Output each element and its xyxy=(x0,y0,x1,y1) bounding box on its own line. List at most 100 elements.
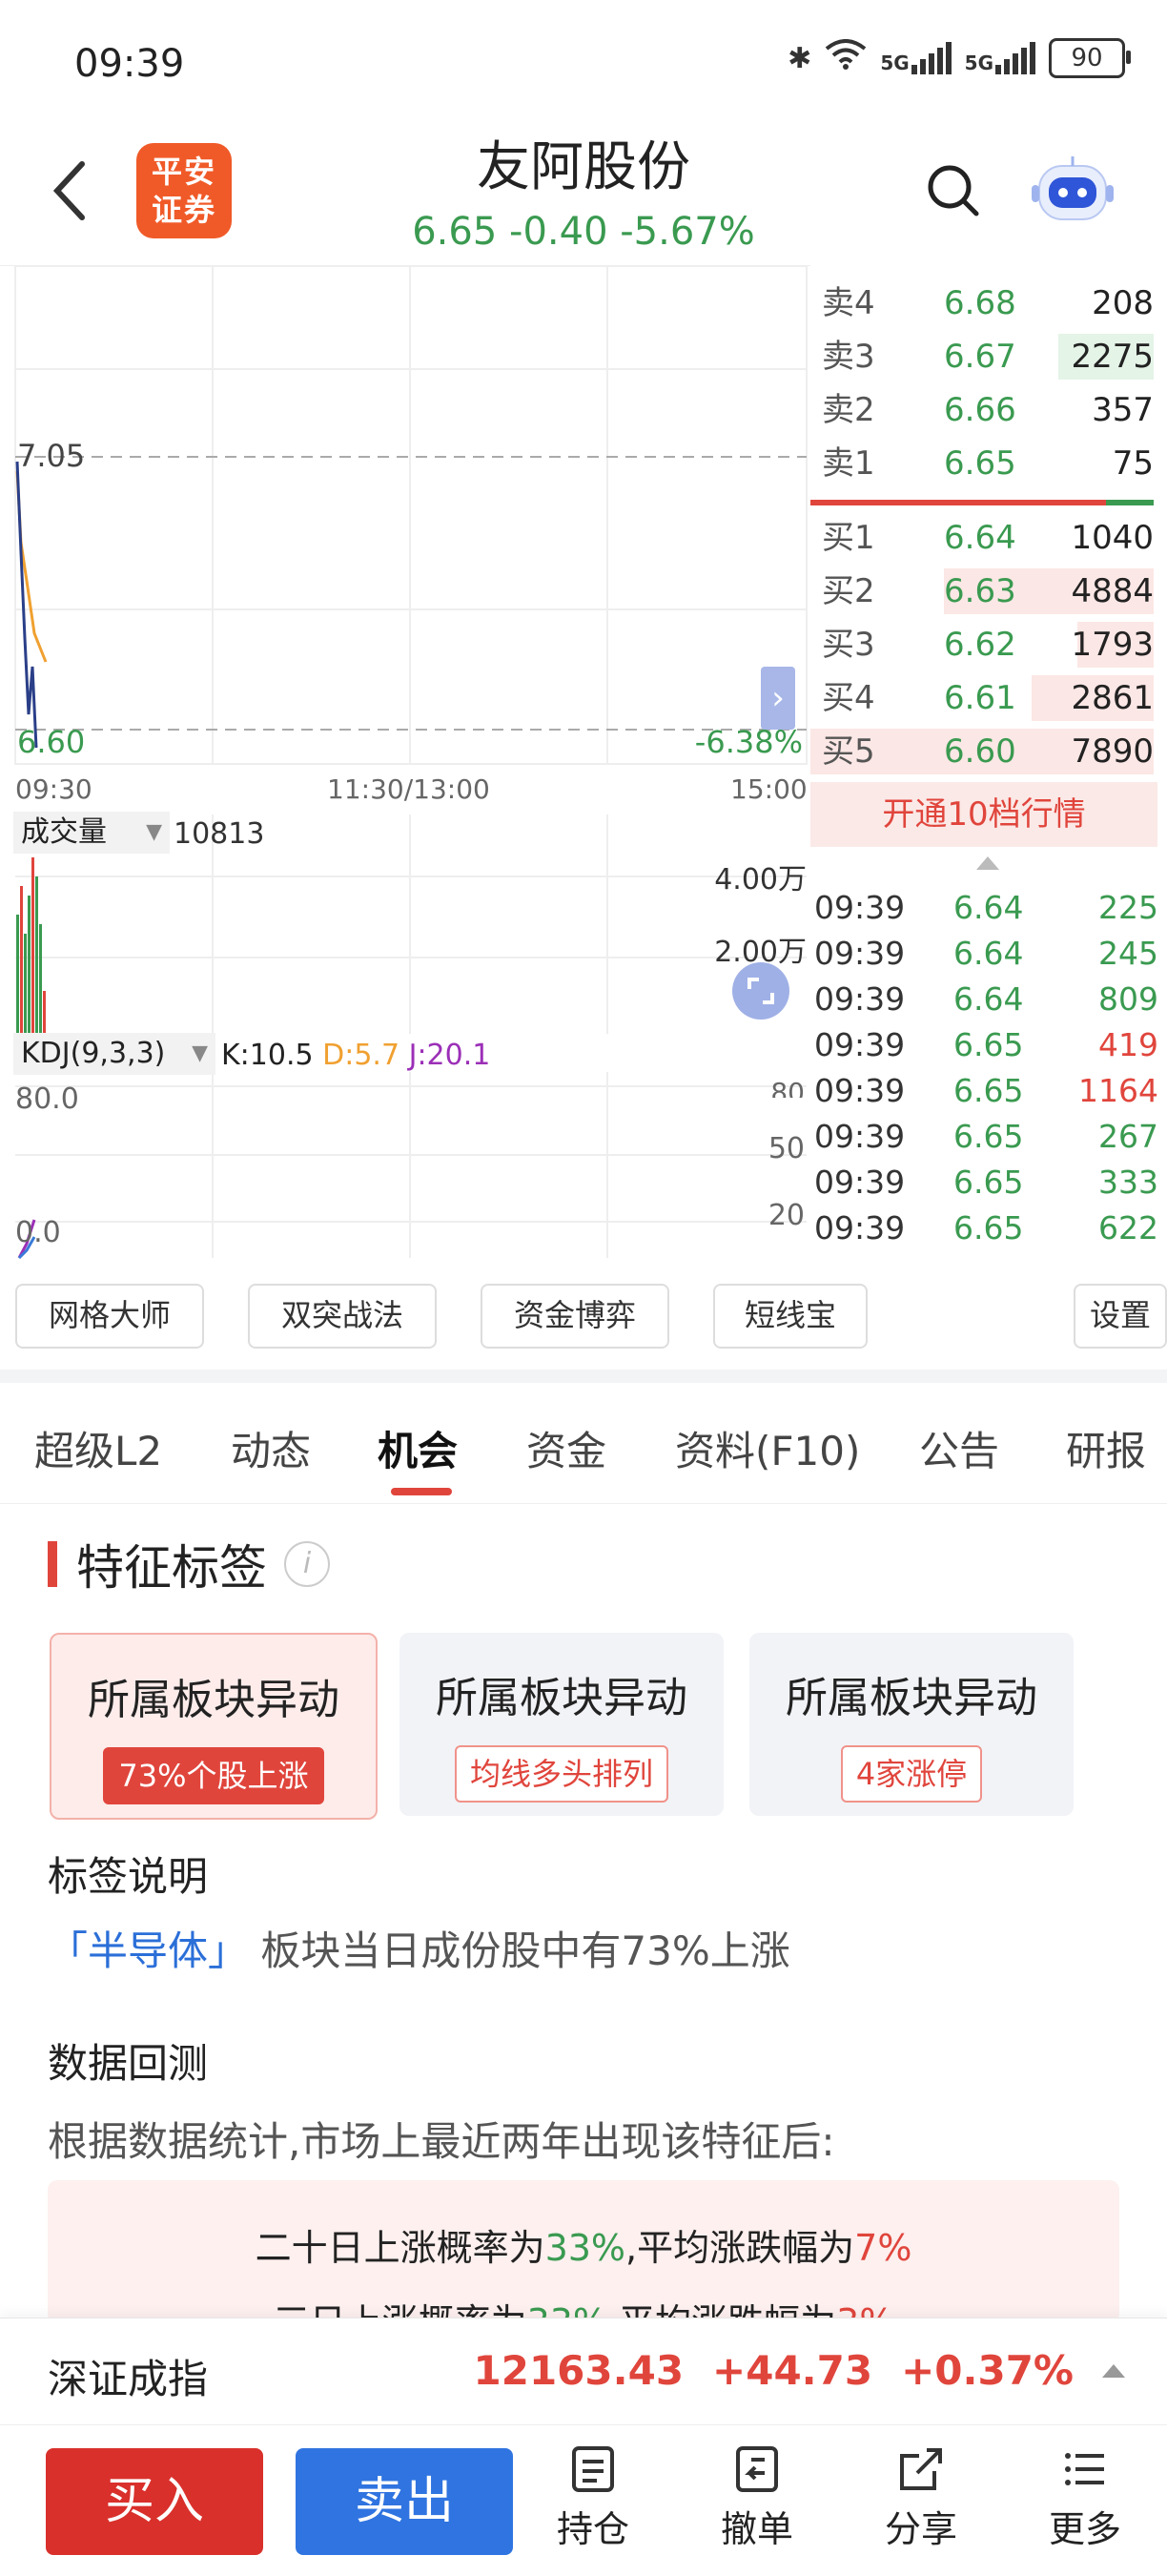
feature-card[interactable]: 所属板块异动 均线多头排列 xyxy=(399,1633,724,1816)
settings-button[interactable]: 设置 xyxy=(1074,1284,1167,1349)
tick-time: 09:39 xyxy=(814,1026,906,1063)
feature-card-title: 所属板块异动 xyxy=(436,1674,687,1722)
index-value: 12163.43 xyxy=(473,2347,685,2394)
tab-f10[interactable]: 资料(F10) xyxy=(675,1419,860,1477)
intraday-chart-panel[interactable]: 7.05 6.60 -6.38% › 09:30 11:30/13:00 15:… xyxy=(0,265,810,1267)
bid-row-5[interactable]: 买5 6.60 7890 xyxy=(810,725,1154,778)
backtest-line-20d: 二十日上涨概率为33%,平均涨跌幅为7% xyxy=(48,2218,1119,2271)
ask-row-4[interactable]: 卖4 6.68 208 xyxy=(810,277,1154,330)
kdj-50-label: 50 xyxy=(768,1132,805,1165)
tab-bar: 超级L2 动态 机会 资金 资料(F10) 公告 研报 xyxy=(0,1370,1167,1504)
bid-row-1[interactable]: 买1 6.64 1040 xyxy=(810,511,1154,565)
feature-card-chip: 均线多头排列 xyxy=(454,1745,668,1803)
ask-price: 6.65 xyxy=(944,444,1016,483)
tick-time: 09:39 xyxy=(814,1072,906,1109)
bid-row-2[interactable]: 买2 6.63 4884 xyxy=(810,565,1154,618)
tick-row: 09:39 6.65 1164 xyxy=(810,1068,1158,1114)
bid-row-3[interactable]: 买3 6.62 1793 xyxy=(810,618,1154,671)
tag-description-heading: 标签说明 xyxy=(48,1853,209,1900)
expand-up-icon[interactable] xyxy=(1102,2363,1125,2378)
backtest-prob: 33% xyxy=(544,2227,626,2269)
cancel-order-label: 撤单 xyxy=(720,2508,793,2550)
tick-price: 6.65 xyxy=(953,1209,1024,1247)
tick-price: 6.65 xyxy=(953,1118,1024,1155)
tick-price: 6.64 xyxy=(953,980,1024,1018)
kdj-20-label: 20 xyxy=(768,1199,805,1232)
more-button[interactable]: 更多 xyxy=(1028,2444,1142,2552)
share-button[interactable]: 分享 xyxy=(864,2444,978,2552)
volume-value: 10813 xyxy=(174,817,265,851)
stock-change-pct: -5.67% xyxy=(620,210,755,254)
ask-price: 6.68 xyxy=(944,284,1016,322)
bid-volume: 2861 xyxy=(1071,679,1154,717)
tick-volume: 419 xyxy=(1098,1026,1158,1063)
search-icon[interactable] xyxy=(925,162,982,219)
bid-row-4[interactable]: 买4 6.61 2861 xyxy=(810,671,1154,725)
feature-card-chip: 4家涨停 xyxy=(840,1745,983,1803)
bottom-action-bar: 买入 卖出 持仓 撤单 分享 更多 xyxy=(0,2424,1167,2576)
feature-card[interactable]: 所属板块异动 4家涨停 xyxy=(749,1633,1074,1816)
cancel-order-button[interactable]: 撤单 xyxy=(700,2444,814,2552)
tick-volume: 622 xyxy=(1098,1209,1158,1247)
ask-label: 卖3 xyxy=(822,338,875,376)
tick-row: 09:39 6.65 419 xyxy=(810,1022,1158,1068)
ask-volume: 2275 xyxy=(1071,338,1154,376)
tab-opportunity[interactable]: 机会 xyxy=(378,1419,458,1477)
tick-row: 09:39 6.65 622 xyxy=(810,1206,1158,1251)
kdj-values: K:10.5 D:5.7 J:20.1 xyxy=(221,1039,490,1072)
sector-link[interactable]: 「半导体」 xyxy=(48,1927,248,1974)
ask-row-2[interactable]: 卖2 6.66 357 xyxy=(810,383,1154,437)
ask-row-1[interactable]: 卖1 6.65 75 xyxy=(810,437,1154,490)
tool-short-term-button[interactable]: 短线宝 xyxy=(713,1284,868,1349)
signal-5g-icon-1: 5G xyxy=(880,42,952,74)
tick-row: 09:39 6.64 245 xyxy=(810,931,1158,977)
tool-capital-game-button[interactable]: 资金博弈 xyxy=(481,1284,669,1349)
buy-button[interactable]: 买入 xyxy=(46,2448,263,2555)
tool-double-breakout-button[interactable]: 双突战法 xyxy=(248,1284,437,1349)
bid-price: 6.60 xyxy=(944,732,1016,771)
tick-row: 09:39 6.65 267 xyxy=(810,1114,1158,1160)
robot-assistant-icon[interactable] xyxy=(1030,153,1116,229)
info-icon[interactable]: i xyxy=(284,1541,330,1587)
tick-time: 09:39 xyxy=(814,935,906,972)
fullscreen-icon[interactable] xyxy=(732,962,789,1020)
battery-level: 90 xyxy=(1071,44,1103,72)
ask-price: 6.67 xyxy=(944,338,1016,376)
tool-grid-master-button[interactable]: 网格大师 xyxy=(15,1284,204,1349)
time-start-label: 09:30 xyxy=(15,773,92,805)
kdj-zero-label: 0.0 xyxy=(15,1216,61,1249)
ask-volume: 208 xyxy=(1092,284,1154,322)
dropdown-triangle-icon: ▼ xyxy=(146,820,162,844)
bid-ask-divider xyxy=(810,500,1154,505)
feature-title-text: 特征标签 xyxy=(76,1540,267,1596)
price-low-label: 6.60 xyxy=(17,724,86,760)
tick-price: 6.64 xyxy=(953,935,1024,972)
tab-announcements[interactable]: 公告 xyxy=(919,1419,999,1477)
volume-indicator-select[interactable]: 成交量 ▼ xyxy=(13,812,170,854)
tab-news[interactable]: 动态 xyxy=(231,1419,311,1477)
kdj-80-left: 80.0 xyxy=(15,1082,79,1116)
tab-super-l2[interactable]: 超级L2 xyxy=(34,1419,162,1477)
sell-button[interactable]: 卖出 xyxy=(296,2448,513,2555)
bid-volume: 1793 xyxy=(1071,626,1154,664)
bid-volume: 1040 xyxy=(1071,519,1154,557)
index-change: +44.73 xyxy=(712,2347,873,2394)
positions-button[interactable]: 持仓 xyxy=(536,2444,650,2552)
chart-expand-handle[interactable]: › xyxy=(761,667,795,730)
status-icons: ✱ 5G 5G 90 xyxy=(788,38,1131,78)
tick-volume: 1164 xyxy=(1078,1072,1158,1109)
feature-card-title: 所属板块异动 xyxy=(786,1674,1037,1722)
dropdown-triangle-icon: ▼ xyxy=(192,1041,208,1065)
bid-label: 买1 xyxy=(822,519,875,557)
index-ticker-bar[interactable]: 深证成指 12163.43 +44.73 +0.37% xyxy=(0,2318,1167,2425)
share-label: 分享 xyxy=(884,2508,957,2550)
ask-row-3[interactable]: 卖3 6.67 2275 xyxy=(810,330,1154,383)
feature-card[interactable]: 所属板块异动 73%个股上涨 xyxy=(50,1633,378,1820)
tab-research[interactable]: 研报 xyxy=(1066,1419,1146,1477)
open-10-level-button[interactable]: 开通10档行情 xyxy=(810,782,1157,847)
tick-time: 09:39 xyxy=(814,1209,906,1247)
price-high-label: 7.05 xyxy=(17,438,86,474)
ticks-collapse-icon[interactable] xyxy=(976,856,999,870)
kdj-indicator-select[interactable]: KDJ(9,3,3) ▼ xyxy=(13,1033,215,1075)
tab-capital[interactable]: 资金 xyxy=(526,1419,606,1477)
